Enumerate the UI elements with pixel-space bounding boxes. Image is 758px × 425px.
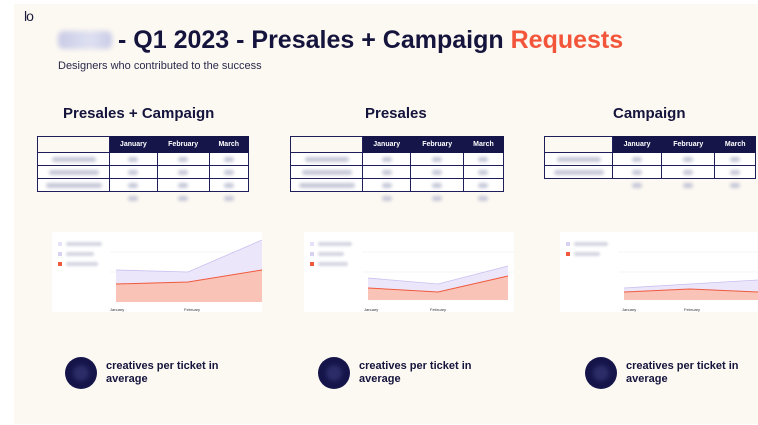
table-row [37, 152, 250, 166]
month-header: January [611, 136, 663, 153]
area-chart-presales-campaign: January February [52, 232, 262, 312]
table-row [545, 179, 756, 192]
chart-plot [362, 251, 514, 300]
table-row [290, 165, 505, 179]
stat-circle-icon [585, 357, 617, 389]
month-header: February [156, 136, 210, 153]
chart-plot [110, 239, 262, 302]
title-accent: Requests [510, 25, 624, 54]
axis-label: January [622, 307, 637, 312]
chart-legend [564, 236, 618, 308]
axis-label: February [184, 307, 201, 312]
chart-plot [618, 251, 758, 300]
column-title-campaign: Campaign [613, 105, 686, 122]
axis-label: January [364, 307, 379, 312]
column-title-presales-campaign: Presales + Campaign [63, 105, 215, 122]
page-subtitle: Designers who contributed to the success [58, 60, 262, 72]
area-chart-campaign: January February [560, 232, 758, 312]
column-title-presales: Presales [365, 105, 427, 122]
chart-legend [56, 236, 110, 308]
stat-circle-icon [65, 357, 97, 389]
stat-presales: creatives per ticket in average [318, 357, 489, 389]
month-header: March [208, 136, 250, 153]
month-header: March [714, 136, 756, 153]
table-row [544, 165, 756, 179]
stat-campaign: creatives per ticket in average [585, 357, 756, 389]
title-text: - Q1 2023 - Presales + Campaign [118, 25, 504, 54]
stat-circle-icon [318, 357, 350, 389]
axis-label: February [430, 307, 447, 312]
table-row [290, 152, 505, 166]
axis-label: February [684, 307, 701, 312]
month-header: February [661, 136, 716, 153]
table-row [544, 152, 756, 166]
table-row [38, 192, 249, 205]
table-row [290, 178, 505, 192]
month-header: January [361, 136, 412, 153]
brand-logo: lo [24, 8, 34, 24]
stat-label: creatives per ticket in average [359, 360, 472, 385]
table-presales: January February March [290, 136, 505, 205]
table-presales-campaign: January February March [37, 136, 250, 205]
month-header: January [109, 136, 158, 153]
table-campaign: January February March [544, 136, 756, 192]
table-row [37, 165, 250, 179]
page-title: - Q1 2023 - Presales + Campaign Requests [58, 22, 623, 58]
stat-label: creatives per ticket in average [626, 360, 739, 385]
chart-legend [308, 236, 362, 308]
table-row [291, 192, 504, 205]
axis-label: January [110, 307, 125, 312]
area-chart-presales: January February [304, 232, 514, 312]
month-header: March [462, 136, 505, 153]
month-header: February [410, 136, 464, 153]
stat-presales-campaign: creatives per ticket in average [65, 357, 236, 389]
stat-label: creatives per ticket in average [106, 360, 219, 385]
redacted-name [58, 31, 112, 49]
table-row [37, 178, 250, 192]
